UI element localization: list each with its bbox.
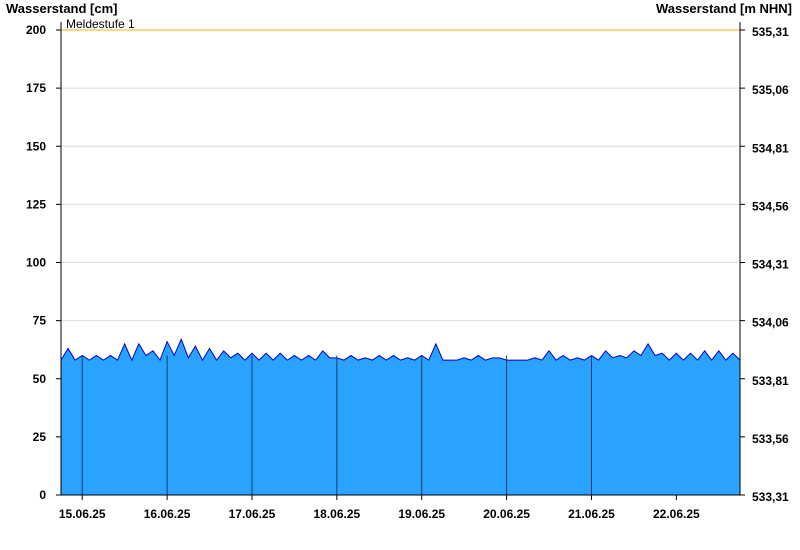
right-tick-label: 534,56 — [752, 199, 789, 213]
left-tick-label: 150 — [26, 139, 46, 153]
x-tick-label: 20.06.25 — [483, 507, 530, 521]
water-level-chart: Wasserstand [cm] Wasserstand [m NHN] Mel… — [6, 1, 792, 521]
right-tick-label: 533,56 — [752, 432, 789, 446]
left-tick-label: 125 — [26, 197, 46, 211]
x-tick-label: 22.06.25 — [653, 507, 700, 521]
water-level-fill — [61, 339, 740, 495]
right-tick-label: 534,81 — [752, 141, 789, 155]
right-tick-label: 535,06 — [752, 83, 789, 97]
left-tick-label: 175 — [26, 81, 46, 95]
left-tick-label: 200 — [26, 23, 46, 37]
right-axis-title: Wasserstand [m NHN] — [656, 1, 792, 16]
left-tick-label: 100 — [26, 256, 46, 270]
x-tick-label: 16.06.25 — [144, 507, 191, 521]
left-tick-label: 0 — [39, 488, 46, 502]
left-axis-title: Wasserstand [cm] — [6, 1, 118, 16]
right-tick-label: 535,31 — [752, 25, 789, 39]
right-tick-label: 533,81 — [752, 374, 789, 388]
x-tick-label: 18.06.25 — [313, 507, 360, 521]
x-tick-label: 17.06.25 — [229, 507, 276, 521]
reference-line-label: Meldestufe 1 — [66, 17, 135, 31]
right-tick-label: 534,06 — [752, 316, 789, 330]
right-tick-label: 534,31 — [752, 258, 789, 272]
reference-line-group: Meldestufe 1 — [61, 17, 740, 31]
x-tick-label: 15.06.25 — [59, 507, 106, 521]
left-axis-ticks: 0 25 50 75 100 125 150 175 200 — [26, 23, 61, 502]
x-axis-ticks: 15.06.25 16.06.25 17.06.25 18.06.25 19.06.25… — [59, 495, 700, 521]
left-tick-label: 75 — [33, 314, 47, 328]
x-tick-label: 19.06.25 — [398, 507, 445, 521]
x-tick-label: 21.06.25 — [568, 507, 615, 521]
right-axis-ticks: 533,31 533,56 533,81 534,06 534,31 534,56 534,… — [740, 25, 789, 504]
right-tick-label: 533,31 — [752, 490, 789, 504]
left-tick-label: 50 — [33, 372, 47, 386]
water-level-area — [60, 337, 741, 495]
left-tick-label: 25 — [33, 430, 47, 444]
